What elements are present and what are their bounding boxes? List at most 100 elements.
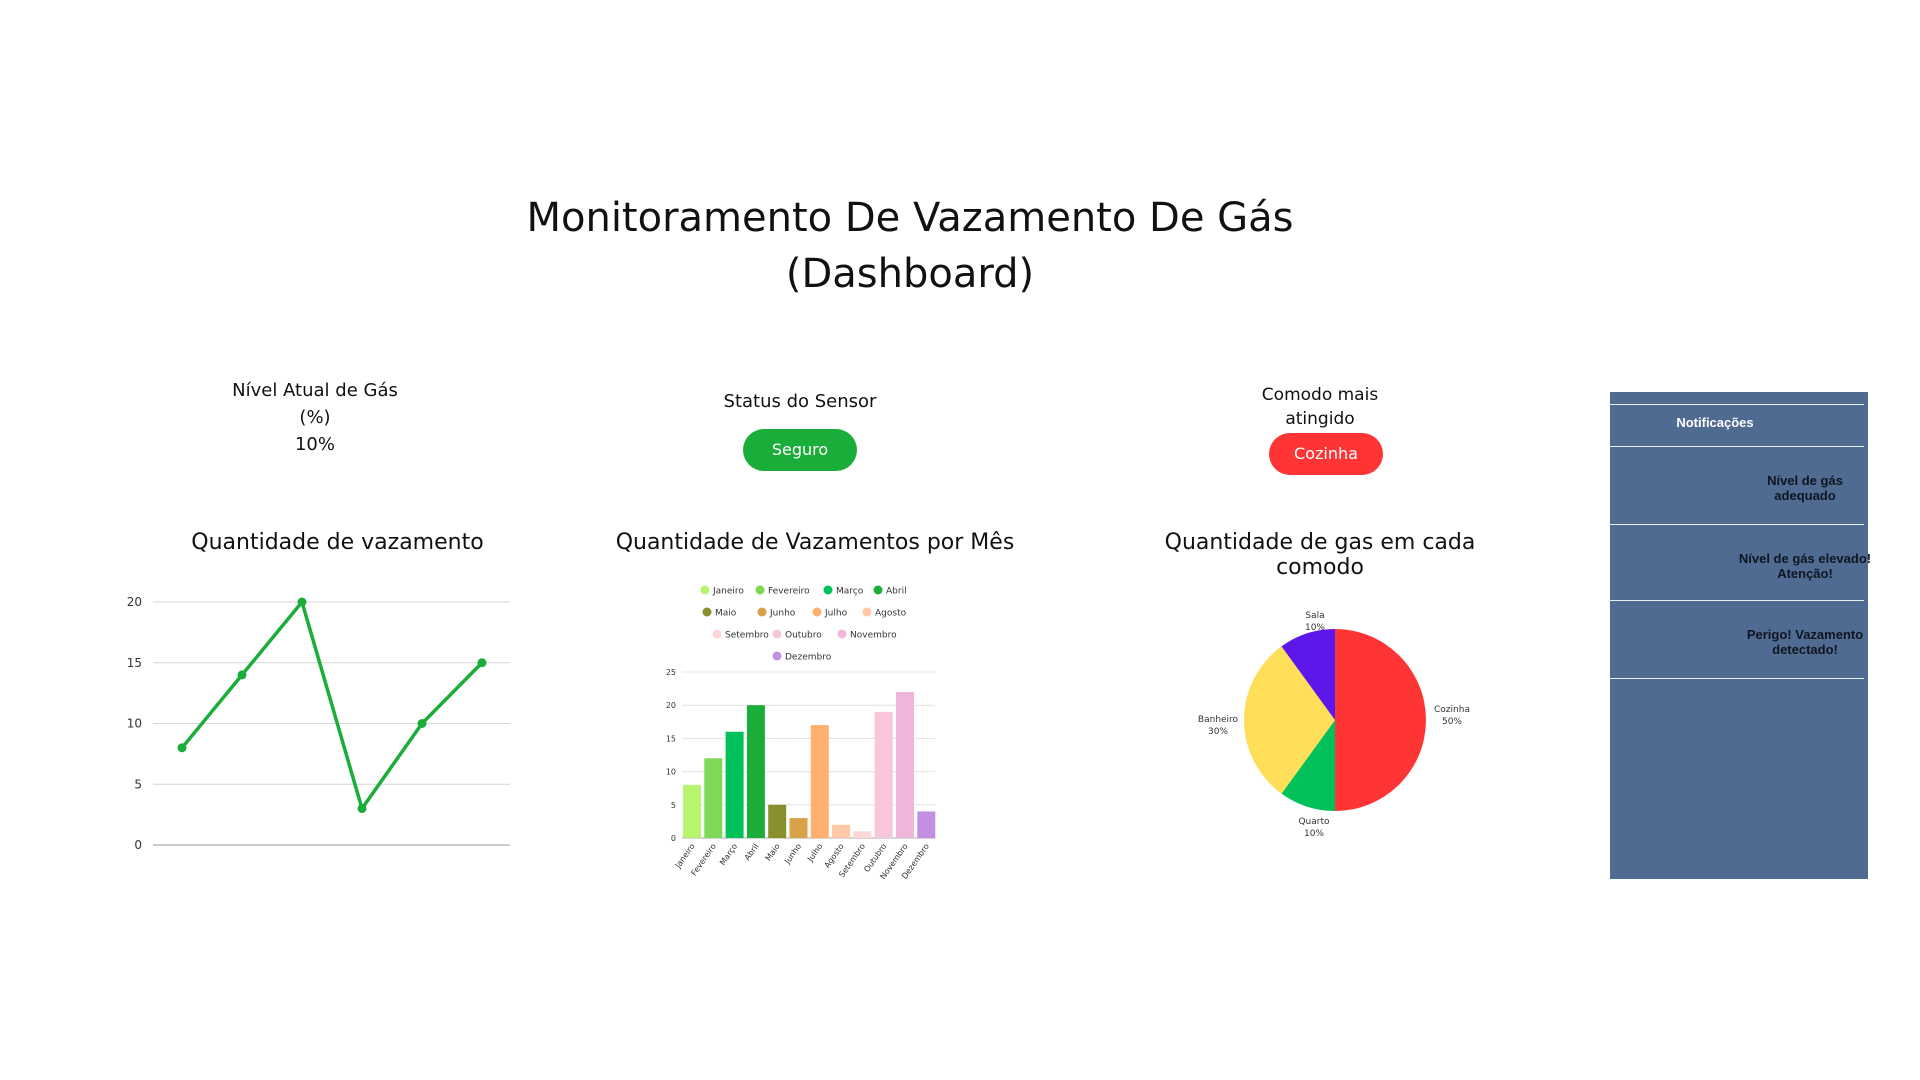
x-tick-label: Abril <box>743 842 761 862</box>
data-point <box>297 597 307 607</box>
bar-março <box>725 731 744 838</box>
y-tick-label: 0 <box>134 838 142 852</box>
slice-label: Sala <box>1305 611 1324 621</box>
pie-chart-title: Quantidade de gas em cada comodo <box>1164 530 1476 580</box>
notification-text-line1: Nível de gás <box>1767 473 1843 488</box>
legend-swatch <box>757 607 767 617</box>
legend-swatch <box>837 629 847 639</box>
gas-level-value: 10% <box>294 434 335 455</box>
legend-swatch <box>873 585 883 595</box>
bar-outubro <box>874 711 893 838</box>
most-affected-room-label-line2: atingido <box>1285 409 1355 429</box>
line-series <box>180 598 484 813</box>
legend-swatch <box>712 629 722 639</box>
data-point <box>417 719 427 728</box>
bar-chart-title: Quantidade de Vazamentos por Mês <box>615 530 1015 555</box>
x-tick-label: Junho <box>782 842 803 866</box>
gas-level-label-line2: (%) <box>299 407 331 428</box>
y-tick-label: 10 <box>127 717 142 731</box>
slice-label: Banheiro <box>1198 715 1239 725</box>
notifications-panel: Notificações Nível de gás adequado Nível… <box>1610 392 1871 879</box>
notification-text-line2: detectado! <box>1772 642 1838 657</box>
legend-swatch <box>700 585 710 595</box>
slice-label: Quarto <box>1298 817 1330 827</box>
most-affected-room-badge: Cozinha <box>1269 433 1383 475</box>
bar-junho <box>789 818 808 838</box>
legend-label: Março <box>836 587 864 597</box>
legend-label: Agosto <box>875 609 907 619</box>
bar-agosto <box>832 824 851 838</box>
notification-text-line2: adequado <box>1774 488 1836 503</box>
notification-item-normal[interactable]: Nível de gás adequado <box>1705 473 1905 503</box>
bar-julho <box>810 725 829 838</box>
divider <box>1610 404 1864 405</box>
legend-label: Novembro <box>850 631 897 641</box>
bar-chart: Janeiro Fevereiro Março AbrilMaio Junho Julho… <box>666 585 936 881</box>
sensor-status-card: Status do Sensor Seguro <box>690 388 910 471</box>
bar-fevereiro <box>704 758 723 838</box>
legend-label: Maio <box>715 609 737 619</box>
legend-label: Abril <box>886 587 907 597</box>
legend-swatch <box>823 585 833 595</box>
slice-percent: 10% <box>1305 623 1325 633</box>
notification-text-line1: Nível de gás elevado! <box>1738 551 1872 566</box>
legend-swatch <box>812 607 822 617</box>
legend-label: Janeiro <box>712 587 744 597</box>
legend-swatch <box>772 629 782 639</box>
bar-dezembro <box>917 811 936 838</box>
gas-level-card: Nível Atual de Gás (%) 10% <box>185 377 445 458</box>
gas-level-label-line1: Nível Atual de Gás <box>232 380 398 401</box>
legend-label: Junho <box>769 609 796 619</box>
legend-label: Julho <box>824 609 848 619</box>
most-affected-room-label-line1: Comodo mais <box>1261 385 1379 405</box>
y-tick-label: 20 <box>127 595 142 609</box>
page-title: Monitoramento De Vazamento De Gás (Dashb… <box>420 190 1400 302</box>
notification-text-line2: Atenção! <box>1777 566 1833 581</box>
legend-label: Dezembro <box>785 653 832 663</box>
bar-maio <box>768 804 787 838</box>
y-tick-label: 25 <box>666 668 676 677</box>
sensor-status-label: Status do Sensor <box>723 391 877 412</box>
y-tick-label: 0 <box>671 834 676 843</box>
legend-label: Setembro <box>725 631 769 641</box>
data-point <box>357 804 367 814</box>
divider <box>1610 524 1864 525</box>
notification-item-warning[interactable]: Nível de gás elevado! Atenção! <box>1705 551 1905 581</box>
page-title-line1: Monitoramento De Vazamento De Gás <box>526 195 1294 241</box>
bar-janeiro <box>683 784 701 838</box>
legend-swatch <box>755 585 765 595</box>
x-tick-label: Maio <box>764 842 782 863</box>
divider <box>1610 446 1864 447</box>
pie-chart: Cozinha 50% Quarto 10% Banheiro 30% Sala 10% <box>1198 611 1470 839</box>
legend-label: Fevereiro <box>768 587 810 597</box>
notifications-header: Notificações <box>1676 415 1754 430</box>
legend-label: Outubro <box>785 631 822 641</box>
page-title-line2: (Dashboard) <box>785 251 1035 297</box>
data-point <box>177 743 187 753</box>
legend-swatch <box>702 607 712 617</box>
most-affected-room-card: Comodo mais atingido Cozinha <box>1210 383 1430 475</box>
y-tick-label: 15 <box>127 656 142 670</box>
slice-cozinha <box>1335 629 1426 811</box>
slice-percent: 50% <box>1442 717 1462 727</box>
line-chart-title: Quantidade de vazamento <box>191 530 484 555</box>
data-point <box>477 658 487 668</box>
divider <box>1610 600 1864 601</box>
data-point <box>237 670 247 680</box>
slice-percent: 30% <box>1208 727 1228 737</box>
y-tick-label: 10 <box>666 768 676 777</box>
notification-item-danger[interactable]: Perigo! Vazamento detectado! <box>1705 627 1905 657</box>
y-tick-label: 20 <box>666 701 676 710</box>
bar-novembro <box>896 691 914 838</box>
line-chart: 0 5 10 15 20 <box>127 595 510 852</box>
x-tick-label: Março <box>718 842 739 867</box>
x-tick-label: Julho <box>805 842 824 864</box>
divider <box>1610 678 1864 679</box>
sensor-status-badge: Seguro <box>743 429 857 471</box>
y-tick-label: 15 <box>666 734 676 743</box>
legend-swatch <box>862 607 872 617</box>
y-tick-label: 5 <box>134 777 142 791</box>
slice-label: Cozinha <box>1434 705 1470 715</box>
notification-text-line1: Perigo! Vazamento <box>1746 627 1864 642</box>
bar-setembro <box>853 831 872 838</box>
